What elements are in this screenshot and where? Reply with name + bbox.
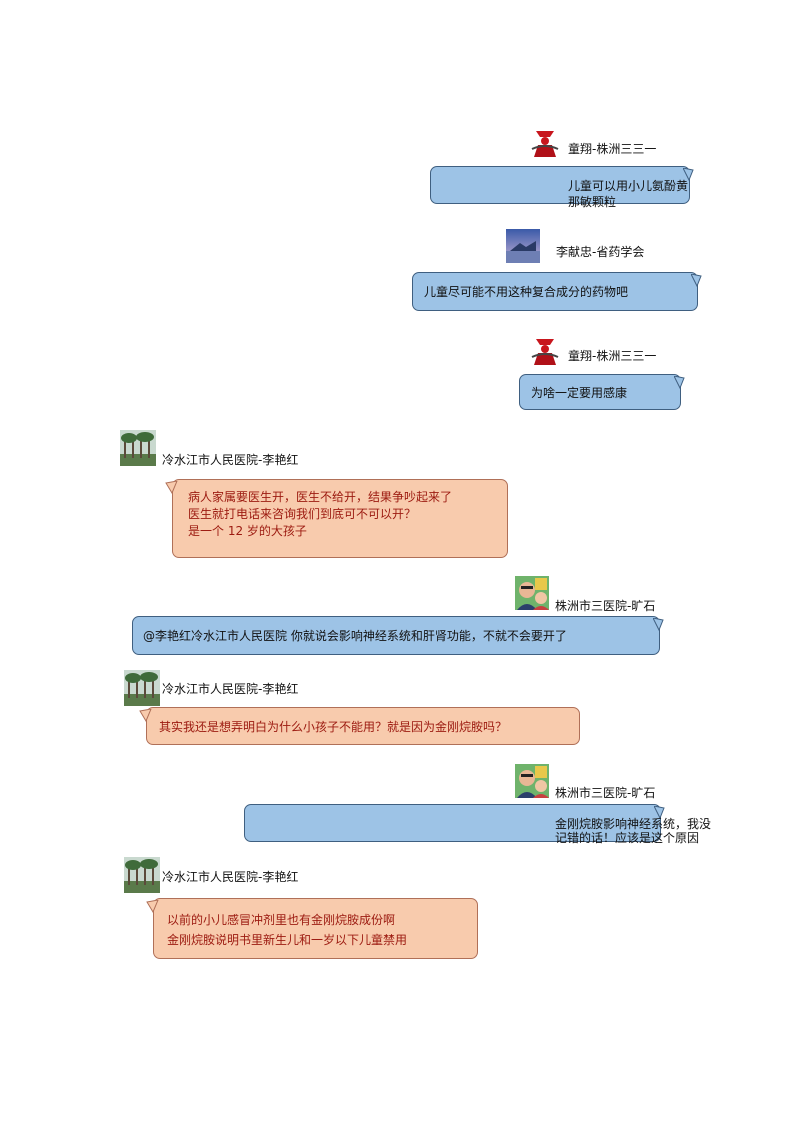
- avatar[interactable]: [528, 335, 562, 369]
- sender-name: 冷水江市人民医院-李艳红: [162, 870, 299, 884]
- bubble-tail: [146, 900, 159, 914]
- avatar[interactable]: [124, 857, 160, 893]
- bubble-tail: [674, 376, 685, 390]
- red-figure-icon: [528, 127, 562, 161]
- sender-name: 童翔-株洲三三一: [568, 142, 657, 156]
- message-line: 是一个 12 岁的大孩子: [188, 524, 307, 538]
- trees-icon: [124, 670, 160, 706]
- message-line: 医生就打电话来咨询我们到底可不可以开？: [188, 507, 417, 521]
- avatar[interactable]: [506, 229, 540, 263]
- avatar[interactable]: [120, 430, 156, 466]
- sender-name: 冷水江市人民医院-李艳红: [162, 453, 299, 467]
- avatar[interactable]: [515, 576, 549, 610]
- message-line: 金刚烷胺影响神经系统，我没: [555, 817, 712, 831]
- sender-name: 株洲市三医院-旷石: [555, 599, 656, 613]
- family-photo-icon: [515, 576, 549, 610]
- message-text: 病人家属要医生开，医生不给开，结果争吵起来了 医生就打电话来咨询我们到底可不可以…: [188, 489, 452, 540]
- message-line: 儿童尽可能不用这种复合成分的药物吧: [424, 285, 629, 299]
- sender-name: 李献忠-省药学会: [556, 245, 645, 259]
- bubble-tail: [165, 481, 178, 495]
- message-text: @李艳红冷水江市人民医院 你就说会影响神经系统和肝肾功能，不就不会要开了: [143, 628, 567, 644]
- message-line: 记错的话！应该是这个原因: [555, 831, 700, 845]
- sender-name: 童翔-株洲三三一: [568, 349, 657, 363]
- message-text: 以前的小儿感冒冲剂里也有金刚烷胺成份啊 金刚烷胺说明书里新生儿和一岁以下儿童禁用: [167, 910, 407, 950]
- bubble-tail: [653, 618, 664, 632]
- sender-name: 冷水江市人民医院-李艳红: [162, 682, 299, 696]
- message-line: 金刚烷胺说明书里新生儿和一岁以下儿童禁用: [167, 933, 408, 947]
- message-text: 为啥一定要用感康: [531, 385, 627, 401]
- message-line: @李艳红冷水江市人民医院 你就说会影响神经系统和肝肾功能，不就不会要开了: [143, 629, 567, 643]
- trees-icon: [120, 430, 156, 466]
- avatar[interactable]: [528, 127, 562, 161]
- message-text: 儿童可以用小儿氨酚黄 那敏颗粒: [568, 178, 688, 210]
- message-text: 金刚烷胺影响神经系统，我没 记错的话！应该是这个原因: [555, 817, 711, 845]
- message-line: 儿童可以用小儿氨酚黄: [568, 179, 689, 193]
- trees-icon: [124, 857, 160, 893]
- lake-mountain-icon: [506, 229, 540, 263]
- bubble-tail: [139, 709, 152, 723]
- bubble-tail: [691, 274, 702, 288]
- message-line: 病人家属要医生开，医生不给开，结果争吵起来了: [188, 490, 453, 504]
- message-line: 那敏颗粒: [568, 195, 617, 209]
- avatar[interactable]: [124, 670, 160, 706]
- message-text: 儿童尽可能不用这种复合成分的药物吧: [424, 284, 628, 300]
- red-figure-icon: [528, 335, 562, 369]
- family-photo-icon: [515, 764, 549, 798]
- sender-name: 株洲市三医院-旷石: [555, 786, 656, 800]
- message-text: 其实我还是想弄明白为什么小孩子不能用？就是因为金刚烷胺吗？: [159, 719, 507, 735]
- message-line: 其实我还是想弄明白为什么小孩子不能用？就是因为金刚烷胺吗？: [159, 720, 508, 734]
- message-line: 为啥一定要用感康: [531, 386, 628, 400]
- avatar[interactable]: [515, 764, 549, 798]
- message-line: 以前的小儿感冒冲剂里也有金刚烷胺成份啊: [167, 913, 396, 927]
